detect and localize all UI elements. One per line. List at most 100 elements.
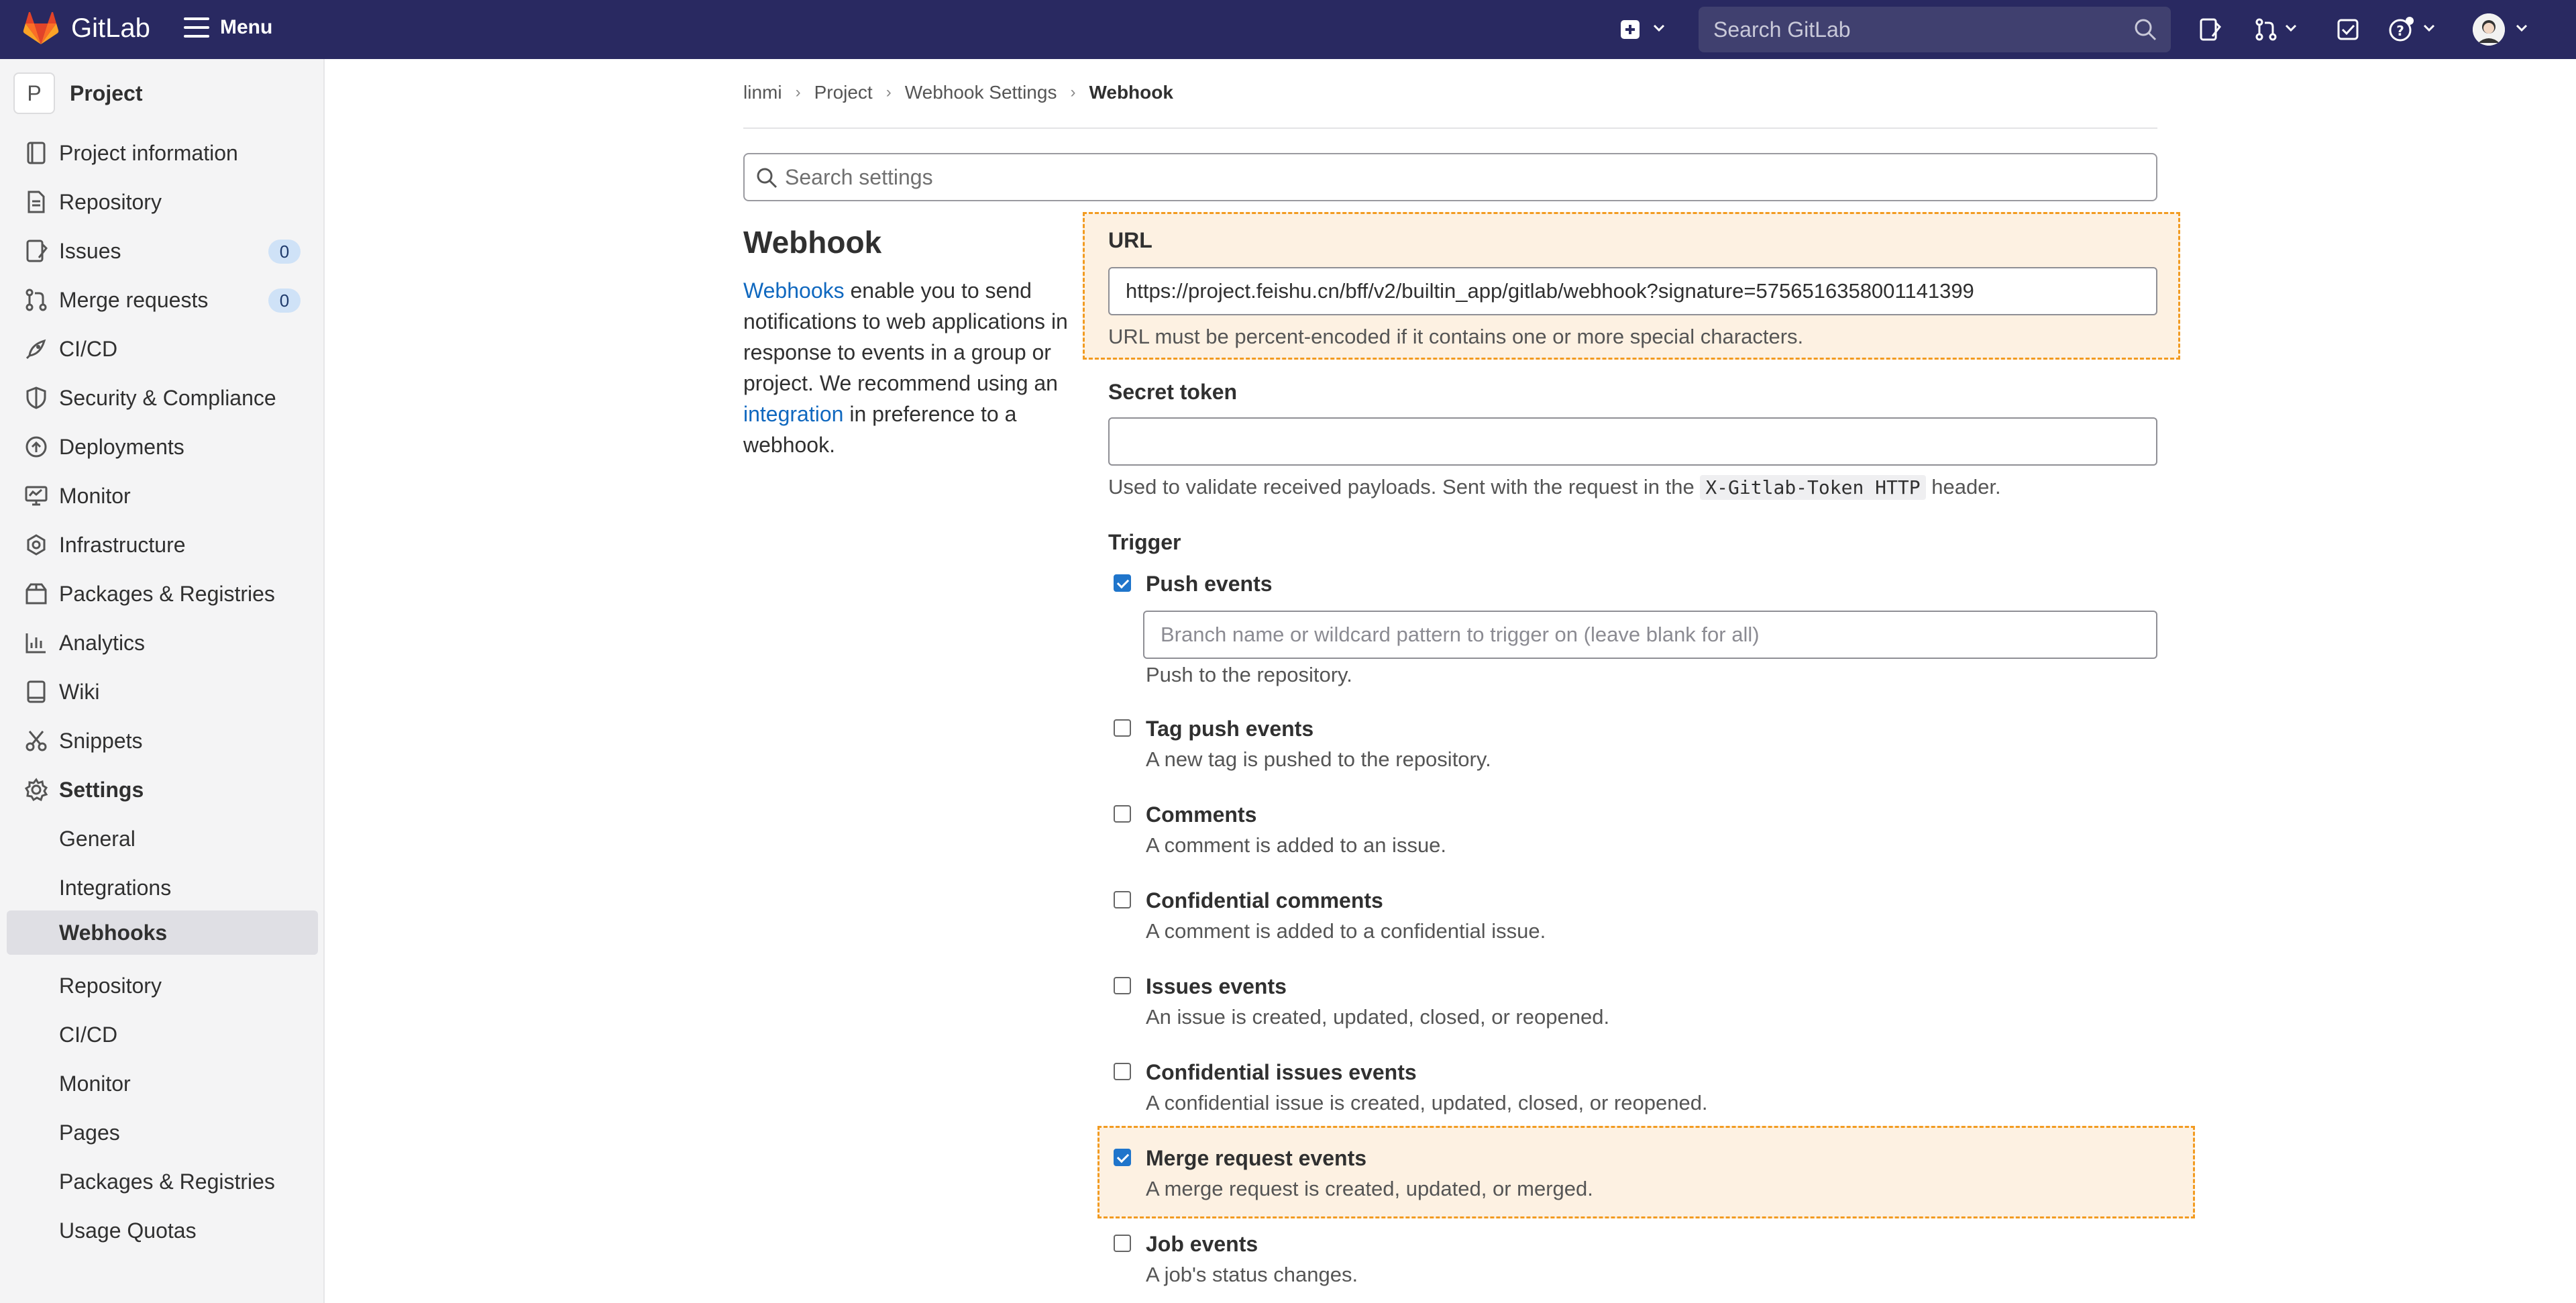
confidential-issues-events-checkbox[interactable] (1114, 1063, 1131, 1080)
monitor-icon (25, 486, 48, 506)
project-avatar: P (13, 72, 55, 114)
job-events-checkbox[interactable] (1114, 1235, 1131, 1252)
secret-token-input[interactable] (1108, 417, 2157, 466)
merge-requests-count-badge: 0 (268, 289, 301, 313)
breadcrumb-divider (743, 127, 2157, 129)
sidebar-subitem-repository[interactable]: Repository (0, 963, 325, 1008)
sidebar-subitem-packages-registries[interactable]: Packages & Registries (0, 1159, 325, 1204)
hamburger-icon (184, 17, 209, 38)
sidebar-item-label: Repository (59, 189, 162, 214)
breadcrumb-current[interactable]: Webhook (1089, 82, 1173, 103)
push-events-checkbox[interactable] (1114, 574, 1131, 592)
sidebar-subitem-pages[interactable]: Pages (0, 1110, 325, 1155)
sidebar-subitem-webhooks[interactable]: Webhooks (7, 910, 318, 955)
confidential-comments-checkbox[interactable] (1114, 891, 1131, 908)
tag-push-events-help: A new tag is pushed to the repository. (1146, 747, 1491, 771)
sidebar-item-analytics[interactable]: Analytics (0, 621, 325, 665)
search-placeholder: Search GitLab (1713, 17, 1851, 42)
breadcrumb-item[interactable]: linmi (743, 82, 782, 103)
tag-push-events-title: Tag push events (1146, 717, 1314, 741)
doc-icon (28, 191, 45, 213)
settings-search-input[interactable]: Search settings (743, 153, 2157, 201)
sidebar-item-label: Analytics (59, 630, 146, 655)
breadcrumb-separator-icon: › (1070, 83, 1076, 101)
help-text: header. (1925, 475, 2001, 499)
sidebar-item-label: Wiki (59, 679, 100, 704)
sidebar-item-label: Infrastructure (59, 532, 186, 557)
global-search-input[interactable]: Search GitLab (1699, 7, 2171, 52)
sidebar-project-header[interactable]: P Project (13, 72, 142, 114)
breadcrumb-item[interactable]: Project (814, 82, 873, 103)
info-icon (27, 142, 46, 164)
help-icon[interactable]: ? (2387, 15, 2416, 44)
job-events-title: Job events (1146, 1232, 1258, 1256)
branch-filter-input[interactable]: Branch name or wildcard pattern to trigg… (1143, 611, 2157, 659)
chevron-down-icon[interactable] (2422, 20, 2436, 35)
sidebar-subitem-usage-quotas[interactable]: Usage Quotas (0, 1208, 325, 1253)
shield-icon (26, 386, 46, 409)
sidebar-subitem-general[interactable]: General (0, 817, 325, 861)
search-icon (2135, 19, 2157, 41)
sidebar: P Project Project information Repository… (0, 59, 325, 1303)
confidential-comments-help: A comment is added to a confidential iss… (1146, 919, 1546, 943)
job-events-help: A job's status changes. (1146, 1263, 1358, 1286)
sidebar-subitem-ci-cd[interactable]: CI/CD (0, 1012, 325, 1057)
issues-icon (26, 240, 48, 262)
sidebar-item-security-compliance[interactable]: Security & Compliance (0, 376, 325, 420)
todos-icon[interactable] (2333, 15, 2363, 44)
tag-push-events-checkbox[interactable] (1114, 719, 1131, 737)
push-events-help: Push to the repository. (1146, 663, 1352, 686)
webhooks-link[interactable]: Webhooks (743, 278, 845, 303)
integration-link[interactable]: integration (743, 402, 843, 426)
issues-events-help: An issue is created, updated, closed, or… (1146, 1005, 1610, 1029)
chevron-down-icon[interactable] (2284, 20, 2298, 35)
sidebar-item-wiki[interactable]: Wiki (0, 670, 325, 714)
cloud-icon (27, 534, 46, 556)
issues-events-checkbox[interactable] (1114, 977, 1131, 994)
deploy-icon (25, 436, 47, 458)
branch-filter-placeholder: Branch name or wildcard pattern to trigg… (1161, 623, 1760, 646)
merge-requests-icon[interactable] (2251, 15, 2281, 44)
comments-title: Comments (1146, 802, 1257, 827)
create-new-icon[interactable] (1615, 15, 1645, 44)
sidebar-item-project-information[interactable]: Project information (0, 131, 325, 175)
chevron-down-icon[interactable] (2514, 20, 2529, 35)
sidebar-item-repository[interactable]: Repository (0, 180, 325, 224)
chevron-down-icon[interactable] (1652, 20, 1666, 35)
package-icon (25, 583, 47, 605)
user-avatar[interactable] (2473, 13, 2505, 46)
sidebar-item-deployments[interactable]: Deployments (0, 425, 325, 469)
sidebar-item-label: Monitor (59, 483, 131, 508)
breadcrumb-item[interactable]: Webhook Settings (905, 82, 1057, 103)
menu-button[interactable]: Menu (184, 16, 272, 39)
merge-request-events-checkbox[interactable] (1114, 1149, 1131, 1166)
issues-events-title: Issues events (1146, 974, 1287, 998)
sidebar-item-monitor[interactable]: Monitor (0, 474, 325, 518)
project-name: Project (70, 81, 143, 105)
sidebar-item-packages-registries[interactable]: Packages & Registries (0, 572, 325, 616)
scissors-icon (25, 731, 47, 751)
sidebar-item-snippets[interactable]: Snippets (0, 719, 325, 763)
breadcrumb: linmi › Project › Webhook Settings › Web… (743, 82, 1173, 103)
help-text: Used to validate received payloads. Sent… (1108, 475, 1701, 499)
merge-request-events-title: Merge request events (1146, 1146, 1367, 1170)
menu-label: Menu (220, 16, 273, 38)
url-input[interactable]: https://project.feishu.cn/bff/v2/builtin… (1108, 267, 2157, 315)
sidebar-subitem-monitor[interactable]: Monitor (0, 1061, 325, 1106)
comments-checkbox[interactable] (1114, 805, 1131, 823)
sidebar-item-settings[interactable]: Settings (0, 768, 325, 812)
sidebar-item-ci-cd[interactable]: CI/CD (0, 327, 325, 371)
sidebar-item-issues[interactable]: Issues 0 (0, 229, 325, 273)
confidential-issues-events-title: Confidential issues events (1146, 1060, 1417, 1084)
search-icon (757, 168, 777, 189)
comments-help: A comment is added to an issue. (1146, 833, 1447, 857)
issues-count-badge: 0 (268, 240, 301, 264)
sidebar-subitem-integrations[interactable]: Integrations (0, 866, 325, 910)
gitlab-brand[interactable]: GitLab (71, 13, 150, 44)
issues-icon[interactable] (2195, 15, 2224, 44)
sidebar-item-label: Security & Compliance (59, 385, 276, 410)
url-help-text: URL must be percent-encoded if it contai… (1108, 325, 1804, 348)
gitlab-logo-icon[interactable] (23, 12, 59, 46)
sidebar-item-infrastructure[interactable]: Infrastructure (0, 523, 325, 567)
sidebar-item-merge-requests[interactable]: Merge requests 0 (0, 278, 325, 322)
